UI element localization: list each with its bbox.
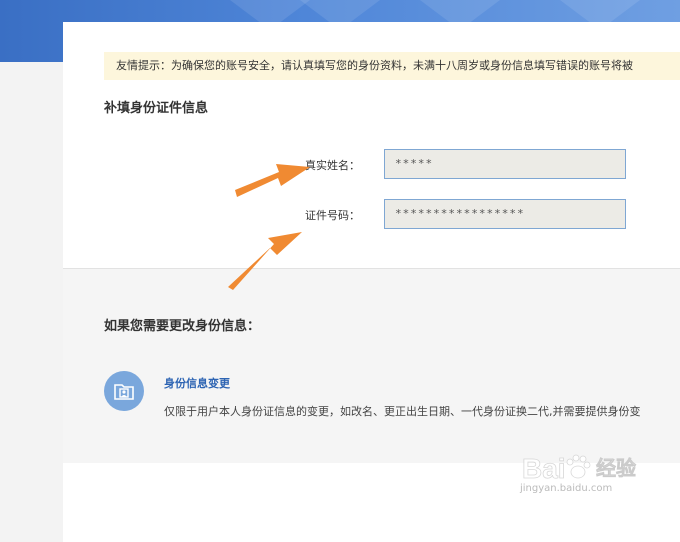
watermark-url: jingyan.baidu.com xyxy=(520,483,613,494)
arrow-to-id-field xyxy=(228,232,302,290)
arrow-pointer-icon xyxy=(228,164,310,290)
arrow-to-name-field xyxy=(235,164,310,197)
watermark-logo-text: 经验 xyxy=(596,456,637,481)
svg-text:Bai: Bai xyxy=(522,453,566,484)
